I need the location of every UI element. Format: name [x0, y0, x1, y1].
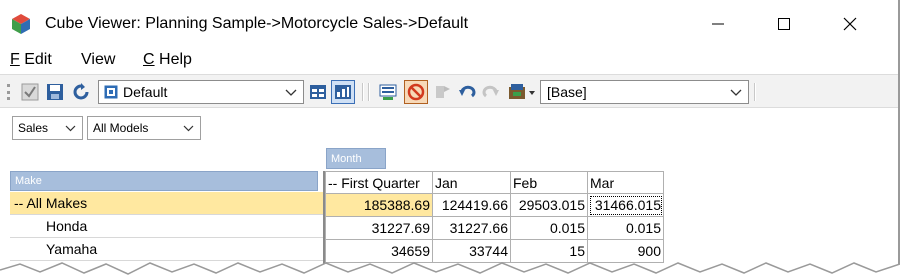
redo-icon[interactable]	[482, 83, 500, 101]
window-title: Cube Viewer: Planning Sample->Motorcycle…	[45, 15, 469, 32]
toolbar-separator	[368, 83, 370, 101]
menu-help-label: Help	[159, 51, 192, 68]
view-icon	[104, 85, 118, 99]
menu-file-key: F	[10, 51, 20, 68]
menu-view[interactable]: View	[81, 51, 115, 69]
menu-file-edit[interactable]: F Edit	[10, 51, 52, 69]
chevron-down-icon	[65, 125, 76, 132]
cell[interactable]: 0.015	[510, 216, 588, 240]
chevron-down-icon	[730, 89, 742, 96]
column-header-jan[interactable]: Jan	[432, 171, 511, 194]
minimize-icon	[712, 23, 724, 25]
save-icon[interactable]	[46, 83, 64, 101]
title-dimension-bar: Sales All Models	[0, 108, 898, 148]
no-entry-icon	[407, 83, 425, 101]
filter-model-select[interactable]: All Models	[87, 116, 201, 140]
row-dimension-header[interactable]: Make	[10, 171, 318, 191]
column-header-feb[interactable]: Feb	[510, 171, 588, 194]
zero-suppress-icon[interactable]	[379, 83, 397, 101]
toolbar-separator	[362, 83, 364, 101]
view-combo-value: Default	[123, 84, 168, 100]
chevron-down-icon	[183, 125, 194, 132]
view-combo[interactable]: Default	[98, 80, 304, 104]
data-grid: -- First Quarter Jan Feb Mar 185388.69 1…	[325, 171, 664, 263]
maximize-icon	[778, 18, 790, 30]
pin-icon[interactable]	[434, 83, 452, 101]
cube-app-icon	[12, 14, 30, 34]
cell[interactable]: 29503.015	[510, 193, 588, 217]
column-dimension-header[interactable]: Month	[326, 148, 386, 169]
chart-view-button[interactable]	[331, 80, 355, 104]
toolbar: Default [Base]	[0, 74, 898, 108]
chevron-down-icon	[285, 89, 297, 96]
undo-icon[interactable]	[458, 83, 476, 101]
grid-view-icon[interactable]	[309, 83, 327, 101]
menu-edit-label: Edit	[24, 51, 52, 68]
sandbox-icon[interactable]	[508, 83, 536, 101]
column-header-mar[interactable]: Mar	[587, 171, 664, 194]
close-icon	[843, 17, 857, 31]
row-label-all-makes[interactable]: -- All Makes	[10, 192, 324, 215]
toolbar-separator	[754, 83, 756, 101]
check-icon[interactable]	[21, 83, 39, 101]
suppress-button[interactable]	[404, 80, 428, 104]
filter-model-value: All Models	[93, 121, 149, 135]
column-header-first-quarter[interactable]: -- First Quarter	[325, 171, 433, 194]
close-button[interactable]	[830, 10, 870, 38]
cell-selected[interactable]: 31466.015	[587, 193, 664, 217]
maximize-button[interactable]	[764, 10, 804, 38]
cell[interactable]: 124419.66	[432, 193, 511, 217]
torn-edge-decoration	[0, 262, 900, 279]
cell[interactable]: 0.015	[587, 216, 664, 240]
chart-view-icon	[335, 85, 351, 99]
menu-bar: F Edit View C Help	[0, 48, 898, 74]
menu-help-key: C	[143, 51, 155, 68]
cell[interactable]: 31227.66	[432, 216, 511, 240]
filter-measure-value: Sales	[18, 121, 49, 135]
menu-view-label: View	[81, 51, 116, 68]
toolbar-grip[interactable]	[7, 84, 10, 100]
minimize-button[interactable]	[698, 10, 738, 38]
title-bar: Cube Viewer: Planning Sample->Motorcycle…	[0, 0, 898, 48]
filter-measure-select[interactable]: Sales	[12, 116, 83, 140]
cell[interactable]: 185388.69	[325, 193, 433, 217]
sandbox-combo-value: [Base]	[547, 84, 587, 100]
refresh-icon[interactable]	[72, 83, 90, 101]
cell[interactable]: 31227.69	[325, 216, 433, 240]
cube-viewer-window: Cube Viewer: Planning Sample->Motorcycle…	[0, 0, 900, 279]
row-label-honda[interactable]: Honda	[10, 215, 324, 238]
sandbox-combo[interactable]: [Base]	[540, 80, 749, 104]
menu-help[interactable]: C Help	[143, 51, 192, 69]
